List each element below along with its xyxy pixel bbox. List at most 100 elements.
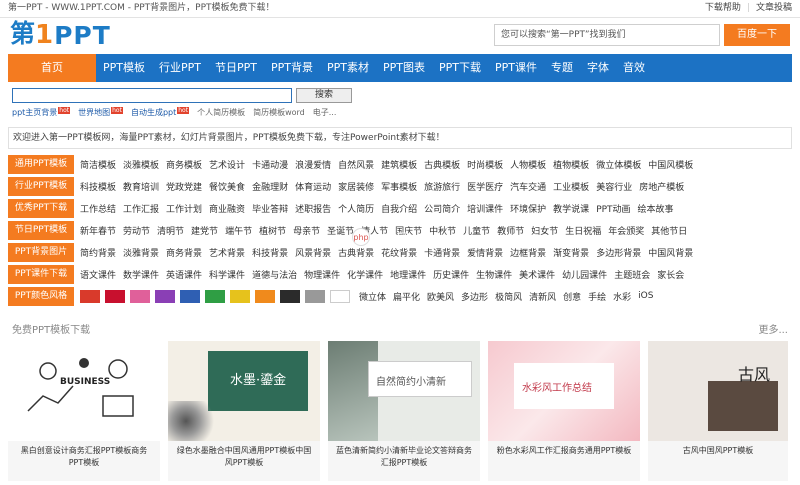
category-item[interactable]: 军事模板 [381,180,417,193]
category-label[interactable]: 节日PPT模板 [8,220,74,240]
category-item[interactable]: 古典背景 [338,246,374,259]
category-item[interactable]: 教学说课 [553,202,589,215]
category-item[interactable]: 化学课件 [347,268,383,281]
category-item[interactable]: 商务模板 [166,158,202,171]
submit-article-link[interactable]: 文章投稿 [756,0,792,17]
category-item[interactable]: 卡通动漫 [252,158,288,171]
category-item[interactable]: 数学课件 [123,268,159,281]
category-item[interactable]: 边框背景 [510,246,546,259]
category-item[interactable]: 微立体 [359,290,386,303]
category-item[interactable]: 房地产模板 [639,180,684,193]
category-item[interactable]: 花纹背景 [381,246,417,259]
category-item[interactable]: 公司简介 [424,202,460,215]
category-item[interactable]: 渐变背景 [553,246,589,259]
card-caption[interactable]: 粉色水彩风工作汇报商务通用PPT模板 [488,441,640,457]
category-item[interactable]: 微立体模板 [596,158,641,171]
site-search-button[interactable]: 搜索 [296,88,352,103]
category-item[interactable]: 清新风 [529,290,556,303]
color-swatch[interactable] [205,289,225,303]
tag-link[interactable]: 个人简历模板 [197,107,245,118]
category-item[interactable]: 创意 [563,290,581,303]
category-item[interactable]: 毕业答辩 [252,202,288,215]
nav-item[interactable]: 字体 [580,54,616,82]
card-caption[interactable]: 绿色水墨融合中国风通用PPT模板中国风PPT模板 [168,441,320,469]
color-swatch[interactable] [230,289,250,303]
site-search-input[interactable] [12,88,292,103]
category-item[interactable]: 历史课件 [433,268,469,281]
category-item[interactable]: 母亲节 [293,224,320,237]
category-label[interactable]: PPT颜色风格 [8,286,74,306]
category-item[interactable]: 简洁模板 [80,158,116,171]
category-item[interactable]: 家长会 [657,268,684,281]
category-item[interactable]: 党政党建 [166,180,202,193]
template-card[interactable]: 自然简约小清新 蓝色清新简约小清新毕业论文答辩商务汇报PPT模板 [328,341,480,481]
category-item[interactable]: 自然风景 [338,158,374,171]
category-item[interactable]: PPT动画 [596,202,630,215]
category-item[interactable]: 培训课件 [467,202,503,215]
category-item[interactable]: 金融理财 [252,180,288,193]
category-label[interactable]: PPT课件下载 [8,264,74,284]
category-item[interactable]: 中国风背景 [648,246,693,259]
category-item[interactable]: 艺术背景 [209,246,245,259]
tag-link[interactable]: 简历模板word [253,107,305,118]
category-item[interactable]: 中秋节 [429,224,456,237]
category-item[interactable]: 建党节 [191,224,218,237]
category-item[interactable]: 时尚模板 [467,158,503,171]
nav-item[interactable]: PPT课件 [488,54,544,82]
category-item[interactable]: 其他节日 [651,224,687,237]
category-item[interactable]: 美术课件 [519,268,555,281]
template-card[interactable]: 水墨·鎏金 绿色水墨融合中国风通用PPT模板中国风PPT模板 [168,341,320,481]
category-item[interactable]: 主题班会 [614,268,650,281]
category-item[interactable]: 工作计划 [166,202,202,215]
category-item[interactable]: 教师节 [497,224,524,237]
nav-item[interactable]: PPT背景 [264,54,320,82]
nav-item[interactable]: PPT图表 [376,54,432,82]
template-card[interactable]: 水彩风工作总结 粉色水彩风工作汇报商务通用PPT模板 [488,341,640,481]
category-item[interactable]: 地理课件 [390,268,426,281]
category-item[interactable]: 环境保护 [510,202,546,215]
category-item[interactable]: 汽车交通 [510,180,546,193]
card-caption[interactable]: 古风中国风PPT模板 [648,441,788,457]
category-item[interactable]: 多边形背景 [596,246,641,259]
template-card[interactable]: 古风 古风中国风PPT模板 [648,341,788,481]
category-item[interactable]: 人物模板 [510,158,546,171]
nav-item[interactable]: 行业PPT [152,54,208,82]
card-caption[interactable]: 黑白创意设计商务汇报PPT模板商务PPT模板 [8,441,160,469]
category-item[interactable]: 美容行业 [596,180,632,193]
color-swatch[interactable] [280,289,300,303]
category-item[interactable]: 艺术设计 [209,158,245,171]
nav-item[interactable]: 节日PPT [208,54,264,82]
category-item[interactable]: 科技模板 [80,180,116,193]
color-swatch[interactable] [180,289,200,303]
more-link[interactable]: 更多... [758,321,788,336]
category-item[interactable]: 中国风模板 [648,158,693,171]
category-item[interactable]: 绘本故事 [638,202,674,215]
category-item[interactable]: 清明节 [157,224,184,237]
category-label[interactable]: 行业PPT模板 [8,176,74,196]
category-item[interactable]: 工作汇报 [123,202,159,215]
category-item[interactable]: 述职报告 [295,202,331,215]
tag-link[interactable]: 世界地图 hot [78,107,123,118]
category-item[interactable]: 儿童节 [463,224,490,237]
tag-link[interactable]: 自动生成ppt hot [131,107,190,118]
category-item[interactable]: 生日祝福 [565,224,601,237]
category-item[interactable]: 医学医疗 [467,180,503,193]
category-item[interactable]: 新年春节 [80,224,116,237]
category-label[interactable]: PPT背景图片 [8,242,74,262]
category-item[interactable]: 教育培训 [123,180,159,193]
color-swatch[interactable] [155,289,175,303]
category-item[interactable]: 物理课件 [304,268,340,281]
category-item[interactable]: 工业模板 [553,180,589,193]
category-item[interactable]: 体育运动 [295,180,331,193]
category-item[interactable]: 科技背景 [252,246,288,259]
category-item[interactable]: 妇女节 [531,224,558,237]
tag-link[interactable]: 电子... [313,107,337,118]
category-item[interactable]: 科学课件 [209,268,245,281]
category-item[interactable]: 餐饮美食 [209,180,245,193]
category-item[interactable]: 道德与法治 [252,268,297,281]
baidu-search-input[interactable]: 您可以搜索“第一PPT”找到我们 [494,24,720,46]
category-item[interactable]: 商业融资 [209,202,245,215]
nav-item[interactable]: PPT模板 [96,54,152,82]
category-item[interactable]: 多边形 [461,290,488,303]
baidu-search-button[interactable]: 百度一下 [724,24,790,46]
